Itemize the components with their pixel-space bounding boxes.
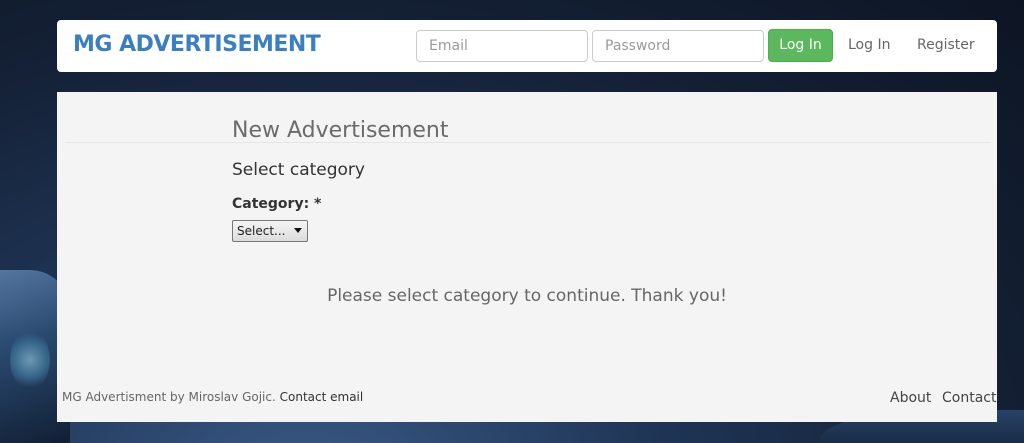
main-panel: New Advertisement Select category Catego… [57,92,997,422]
category-select[interactable]: Select... [232,220,308,242]
contact-email-link[interactable]: Contact email [280,390,364,404]
email-input[interactable] [416,30,588,62]
instruction-message: Please select category to continue. Than… [327,286,727,306]
brand-logo[interactable]: MG ADVERTISEMENT [73,32,321,57]
nav-register-link[interactable]: Register [917,37,975,53]
footer-about-link[interactable]: About [890,390,931,406]
nav-login-link[interactable]: Log In [848,37,890,53]
page-title: New Advertisement [232,118,449,143]
title-divider [65,142,991,143]
section-title: Select category [232,160,365,180]
password-input[interactable] [592,30,764,62]
category-select-value: Select... [237,224,286,238]
background-artwork-highlight [10,330,50,390]
login-button[interactable]: Log In [768,29,833,62]
footer-credit: MG Advertisment by Miroslav Gojic. Conta… [62,390,363,404]
navbar: MG ADVERTISEMENT Log In Log In Register [57,20,997,72]
footer-credit-text: MG Advertisment by Miroslav Gojic. [62,390,276,404]
chevron-down-icon [294,228,302,233]
category-label: Category: * [232,196,322,212]
footer-contact-link[interactable]: Contact [942,390,996,406]
